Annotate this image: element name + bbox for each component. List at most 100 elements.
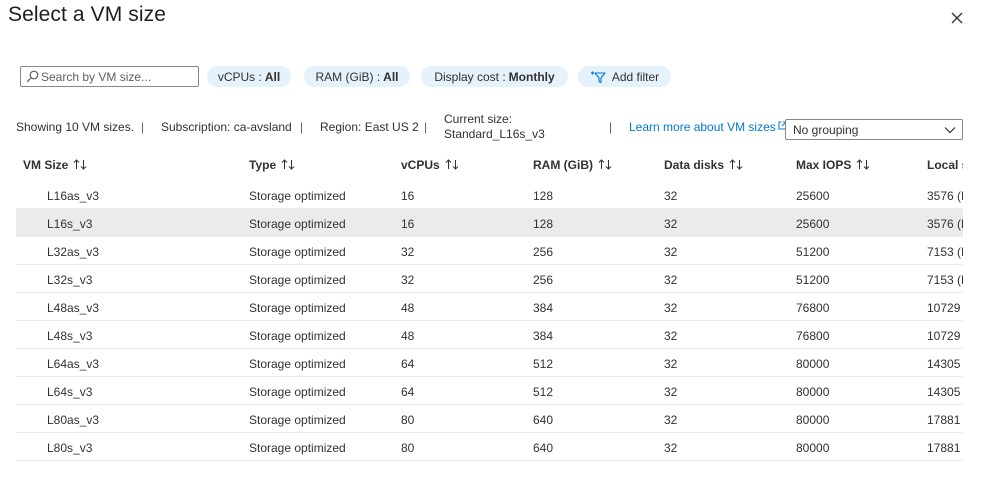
column-header-label: Type	[249, 158, 277, 172]
subscription-info: Subscription: ca-avsland	[161, 120, 292, 134]
table-row[interactable]: L48as_v3 Storage optimized 48 384 32 76800 107…	[16, 293, 963, 321]
learn-more-link[interactable]: Learn more about VM sizes	[629, 120, 787, 134]
search-input[interactable]	[41, 68, 195, 85]
data-disks-cell: 32	[664, 357, 678, 371]
summary-separator: |	[609, 120, 613, 134]
chevron-down-icon	[944, 127, 956, 134]
vm-size-cell: L16s_v3	[47, 217, 93, 231]
column-header-data-disks[interactable]: Data disks	[664, 158, 744, 172]
ram-cell: 128	[533, 217, 554, 231]
data-disks-cell: 32	[664, 301, 678, 315]
ram-cell: 640	[533, 413, 554, 427]
table-row[interactable]: L48s_v3 Storage optimized 48 384 32 76800 1072…	[16, 321, 963, 349]
table-row[interactable]: L80as_v3 Storage optimized 80 640 32 80000 178…	[16, 405, 963, 433]
column-header-label: Data disks	[664, 158, 725, 172]
column-header-max-iops[interactable]: Max IOPS	[796, 158, 871, 172]
sort-icon	[74, 159, 87, 170]
ram-cell: 512	[533, 385, 554, 399]
region-info: Region: East US 2	[320, 120, 419, 134]
max-iops-cell: 76800	[796, 301, 830, 315]
column-header-vm-size[interactable]: VM Size	[23, 158, 88, 172]
summary-separator: |	[424, 120, 428, 134]
max-iops-cell: 51200	[796, 245, 830, 259]
max-iops-cell: 80000	[796, 357, 830, 371]
close-button[interactable]	[946, 7, 968, 29]
column-header-local-storage[interactable]: Local s	[927, 158, 963, 172]
ram-cell: 384	[533, 329, 554, 343]
column-header-label: VM Size	[23, 158, 69, 172]
table-row[interactable]: L32s_v3 Storage optimized 32 256 32 51200 7153…	[16, 265, 963, 293]
vcpus-cell: 80	[401, 441, 415, 455]
type-cell: Storage optimized	[249, 413, 346, 427]
vm-size-cell: L80s_v3	[47, 441, 93, 455]
column-header-vcpus[interactable]: vCPUs	[401, 158, 460, 172]
add-filter-button[interactable]: Add filter	[578, 66, 671, 87]
vcpus-cell: 32	[401, 273, 415, 287]
display-cost-label: Display cost :	[434, 69, 506, 84]
search-box[interactable]	[20, 66, 199, 87]
vcpus-cell: 16	[401, 217, 415, 231]
max-iops-cell: 80000	[796, 385, 830, 399]
local-storage-cell: 17881	[927, 441, 961, 455]
table-row[interactable]: L16as_v3 Storage optimized 16 128 32 25600 357…	[16, 181, 963, 209]
local-storage-cell: 7153 (N	[927, 273, 963, 287]
search-icon	[26, 70, 39, 83]
sort-icon	[445, 159, 459, 170]
vm-size-cell: L48s_v3	[47, 329, 93, 343]
summary-separator: |	[141, 120, 145, 134]
type-cell: Storage optimized	[249, 245, 346, 259]
max-iops-cell: 25600	[796, 189, 830, 203]
ram-cell: 256	[533, 273, 554, 287]
vm-size-cell: L32s_v3	[47, 273, 93, 287]
summary-separator: |	[300, 120, 304, 134]
sort-icon	[281, 159, 295, 170]
ram-cell: 384	[533, 301, 554, 315]
local-storage-cell: 10729	[927, 301, 961, 315]
add-filter-icon	[590, 71, 606, 83]
type-cell: Storage optimized	[249, 217, 346, 231]
sort-icon	[598, 159, 612, 170]
ram-cell: 128	[533, 189, 554, 203]
table-row[interactable]: L64s_v3 Storage optimized 64 512 32 80000 1430…	[16, 377, 963, 405]
table-row[interactable]: L64as_v3 Storage optimized 64 512 32 80000 143…	[16, 349, 963, 377]
vcpus-filter-value: All	[264, 69, 281, 84]
max-iops-cell: 80000	[796, 413, 830, 427]
local-storage-cell: 3576 (N	[927, 189, 963, 203]
close-icon	[951, 12, 963, 24]
table-row[interactable]: L80s_v3 Storage optimized 80 640 32 80000 1788…	[16, 433, 963, 461]
column-header-label: vCPUs	[401, 158, 440, 172]
local-storage-cell: 17881	[927, 413, 961, 427]
data-disks-cell: 32	[664, 273, 678, 287]
vm-size-cell: L16as_v3	[47, 189, 100, 203]
max-iops-cell: 76800	[796, 329, 830, 343]
sort-icon	[857, 159, 870, 170]
type-cell: Storage optimized	[249, 189, 346, 203]
type-cell: Storage optimized	[249, 385, 346, 399]
max-iops-cell: 80000	[796, 441, 830, 455]
data-disks-cell: 32	[664, 329, 678, 343]
vm-size-cell: L64s_v3	[47, 385, 93, 399]
ram-filter-value: All	[383, 69, 399, 84]
vm-size-table: VM Size Type vCPUs RAM (GiB) Data disks …	[16, 151, 963, 465]
local-storage-cell: 3576 (N	[927, 217, 963, 231]
vm-size-cell: L48as_v3	[47, 301, 100, 315]
ram-cell: 512	[533, 357, 554, 371]
table-header: VM Size Type vCPUs RAM (GiB) Data disks …	[16, 151, 963, 179]
max-iops-cell: 25600	[796, 217, 830, 231]
ram-filter-pill[interactable]: RAM (GiB) : All	[304, 66, 410, 87]
vcpus-cell: 48	[401, 301, 415, 315]
type-cell: Storage optimized	[249, 273, 346, 287]
sort-icon	[729, 159, 743, 170]
column-header-type[interactable]: Type	[249, 158, 296, 172]
data-disks-cell: 32	[664, 217, 678, 231]
vcpus-cell: 64	[401, 357, 415, 371]
display-cost-pill[interactable]: Display cost : Monthly	[421, 66, 568, 87]
result-count: Showing 10 VM sizes.	[16, 120, 135, 134]
table-row[interactable]: L32as_v3 Storage optimized 32 256 32 51200 715…	[16, 237, 963, 265]
vm-size-cell: L64as_v3	[47, 357, 100, 371]
table-body: L16as_v3 Storage optimized 16 128 32 25600 357…	[16, 181, 963, 461]
column-header-ram[interactable]: RAM (GiB)	[533, 158, 613, 172]
table-row[interactable]: L16s_v3 Storage optimized 16 128 32 25600 3576…	[16, 209, 963, 237]
vcpus-filter-pill[interactable]: vCPUs : All	[207, 66, 291, 87]
grouping-dropdown[interactable]: No grouping	[785, 119, 963, 140]
